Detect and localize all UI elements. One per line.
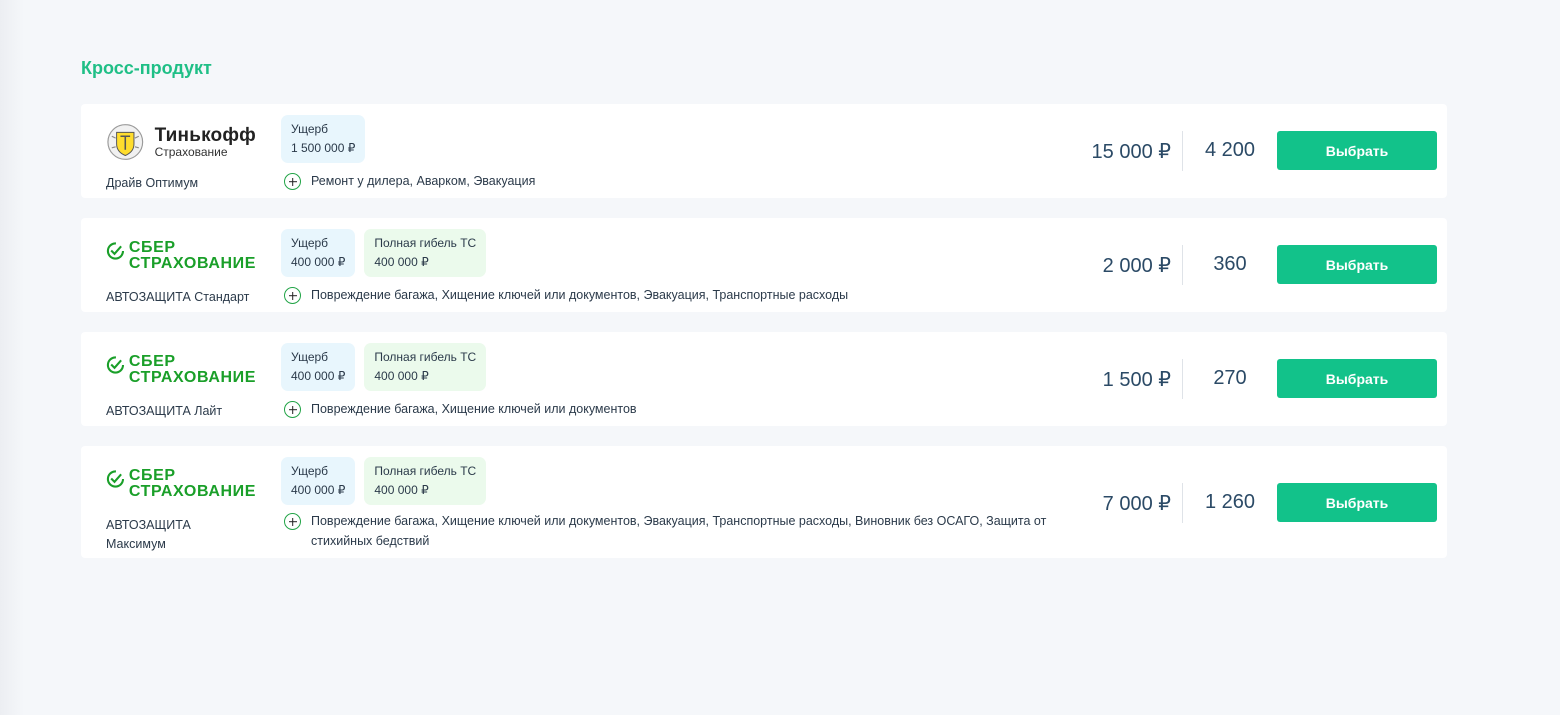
coverage-tags: Ущерб 400 000 ₽ Полная гибель ТС 400 000… <box>281 457 487 505</box>
select-button[interactable]: Выбрать <box>1277 131 1437 170</box>
bonus-value: 4 200 <box>1204 139 1256 161</box>
tinkoff-shield-icon <box>107 124 144 160</box>
price: 15 000 ₽ <box>1091 141 1171 163</box>
coverage-label: Полная гибель ТС <box>374 236 477 250</box>
select-button[interactable]: Выбрать <box>1277 245 1437 284</box>
options-line: Ремонт у дилера, Аварком, Эвакуация <box>284 173 1081 191</box>
price: 2 000 ₽ <box>1102 255 1171 277</box>
options-text: Повреждение багажа, Хищение ключей или д… <box>311 514 1047 548</box>
plus-circle-icon[interactable] <box>284 513 301 530</box>
section-title: Кросс-продукт <box>81 58 212 78</box>
sber-check-icon <box>106 242 125 260</box>
price: 7 000 ₽ <box>1102 493 1171 515</box>
coverage-value: 400 000 ₽ <box>374 369 429 383</box>
plus-circle-icon[interactable] <box>284 287 301 304</box>
sber-logo: СБЕР СТРАХОВАНИЕ <box>106 350 256 390</box>
options-text: Ремонт у дилера, Аварком, Эвакуация <box>311 174 536 188</box>
insurer-name-line1: СБЕР <box>128 239 176 256</box>
sber-check-icon <box>106 470 125 488</box>
sber-logo: СБЕР СТРАХОВАНИЕ <box>106 236 256 276</box>
coverage-tag: Ущерб 1 500 000 ₽ <box>281 115 366 163</box>
sber-logo: СБЕР СТРАХОВАНИЕ <box>106 464 256 504</box>
coverage-label: Ущерб <box>291 122 329 136</box>
insurer-name: Тинькофф <box>154 125 256 146</box>
coverage-tag: Полная гибель ТС 400 000 ₽ <box>364 343 487 391</box>
product-name: АВТОЗАЩИТА Стандарт <box>106 290 250 304</box>
insurer-name-line2: СТРАХОВАНИЕ <box>128 369 256 386</box>
bonus-value: 360 <box>1213 253 1247 275</box>
product-name: АВТОЗАЩИТА Максимум <box>106 518 191 551</box>
product-name: Драйв Оптимум <box>106 176 199 190</box>
product-card: СБЕР СТРАХОВАНИЕ АВТОЗАЩИТА Максимум Уще… <box>81 446 1447 558</box>
insurer-name-line2: СТРАХОВАНИЕ <box>128 255 256 272</box>
price: 1 500 ₽ <box>1102 369 1171 391</box>
product-name: АВТОЗАЩИТА Лайт <box>106 404 223 418</box>
plus-circle-icon[interactable] <box>284 173 301 190</box>
tinkoff-logo: Тинькофф Страхование <box>106 122 256 162</box>
coverage-value: 400 000 ₽ <box>291 369 346 383</box>
coverage-tags: Ущерб 400 000 ₽ Полная гибель ТС 400 000… <box>281 229 487 277</box>
bonus-value: 270 <box>1213 367 1247 389</box>
insurer-subtitle: Страхование <box>154 145 228 159</box>
page-left-shade <box>0 0 24 715</box>
options-text: Повреждение багажа, Хищение ключей или д… <box>311 402 637 416</box>
product-card: СБЕР СТРАХОВАНИЕ АВТОЗАЩИТА Лайт Ущерб 4… <box>81 332 1447 426</box>
coverage-label: Ущерб <box>291 236 329 250</box>
coverage-tag: Полная гибель ТС 400 000 ₽ <box>364 457 487 505</box>
sber-check-icon <box>106 356 125 374</box>
coverage-tags: Ущерб 1 500 000 ₽ <box>281 115 366 163</box>
coverage-tag: Полная гибель ТС 400 000 ₽ <box>364 229 487 277</box>
coverage-label: Ущерб <box>291 464 329 478</box>
plus-circle-icon[interactable] <box>284 401 301 418</box>
coverage-label: Полная гибель ТС <box>374 464 477 478</box>
select-button[interactable]: Выбрать <box>1277 359 1437 398</box>
select-button[interactable]: Выбрать <box>1277 483 1437 522</box>
coverage-value: 400 000 ₽ <box>291 255 346 269</box>
coverage-label: Ущерб <box>291 350 329 364</box>
product-card: СБЕР СТРАХОВАНИЕ АВТОЗАЩИТА Стандарт Уще… <box>81 218 1447 312</box>
coverage-value: 1 500 000 ₽ <box>291 141 356 155</box>
coverage-value: 400 000 ₽ <box>374 255 429 269</box>
options-line: Повреждение багажа, Хищение ключей или д… <box>284 287 1081 305</box>
insurer-name-line1: СБЕР <box>128 467 176 484</box>
coverage-value: 400 000 ₽ <box>291 483 346 497</box>
coverage-label: Полная гибель ТС <box>374 350 477 364</box>
options-text: Повреждение багажа, Хищение ключей или д… <box>311 288 849 302</box>
coverage-value: 400 000 ₽ <box>374 483 429 497</box>
options-line: Повреждение багажа, Хищение ключей или д… <box>284 401 1081 419</box>
coverage-tag: Ущерб 400 000 ₽ <box>281 457 356 505</box>
coverage-tag: Ущерб 400 000 ₽ <box>281 229 356 277</box>
options-line: Повреждение багажа, Хищение ключей или д… <box>284 513 1081 551</box>
coverage-tags: Ущерб 400 000 ₽ Полная гибель ТС 400 000… <box>281 343 487 391</box>
product-card: Тинькофф Страхование Драйв Оптимум Ущерб… <box>81 104 1447 198</box>
insurer-name-line1: СБЕР <box>128 353 176 370</box>
insurer-name-line2: СТРАХОВАНИЕ <box>128 483 256 500</box>
bonus-value: 1 260 <box>1204 491 1256 513</box>
coverage-tag: Ущерб 400 000 ₽ <box>281 343 356 391</box>
